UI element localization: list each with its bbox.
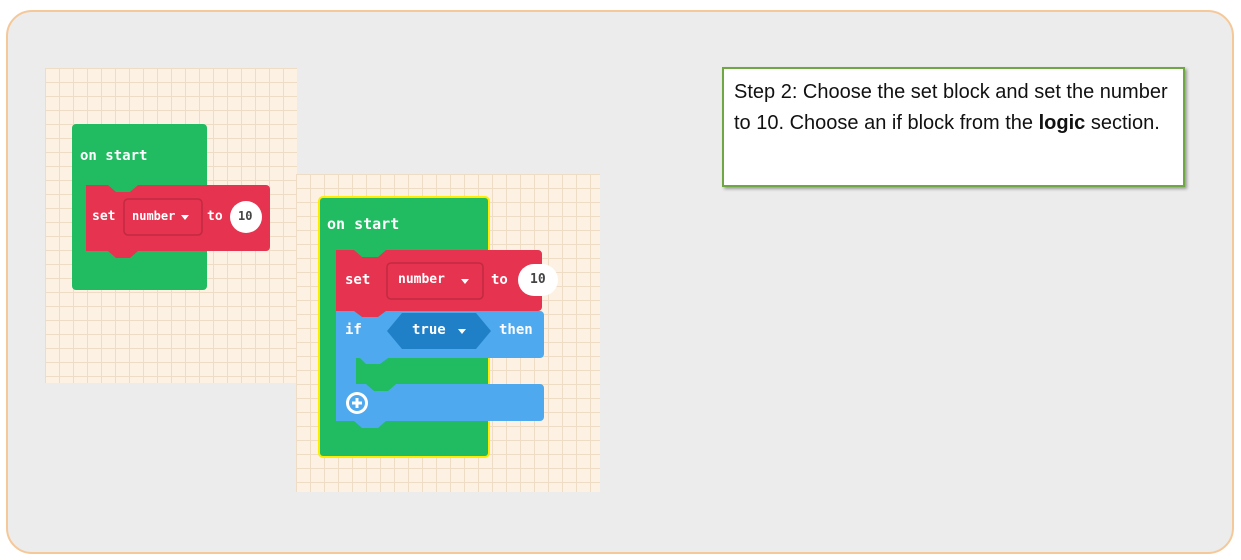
if-label: if [345,322,362,338]
then-label: then [499,322,533,338]
set-label: set [345,272,371,288]
to-label: to [491,272,508,288]
instruction-callout: Step 2: Choose the set block and set the… [722,67,1185,187]
condition-label: true [412,322,446,338]
on-start-label: on start [327,215,400,233]
variable-name: number [398,272,445,287]
value-text[interactable]: 10 [530,272,546,287]
callout-bold-text: logic [1038,112,1086,134]
callout-text-end: section. [1085,112,1160,134]
plus-circle-icon[interactable] [346,392,368,414]
